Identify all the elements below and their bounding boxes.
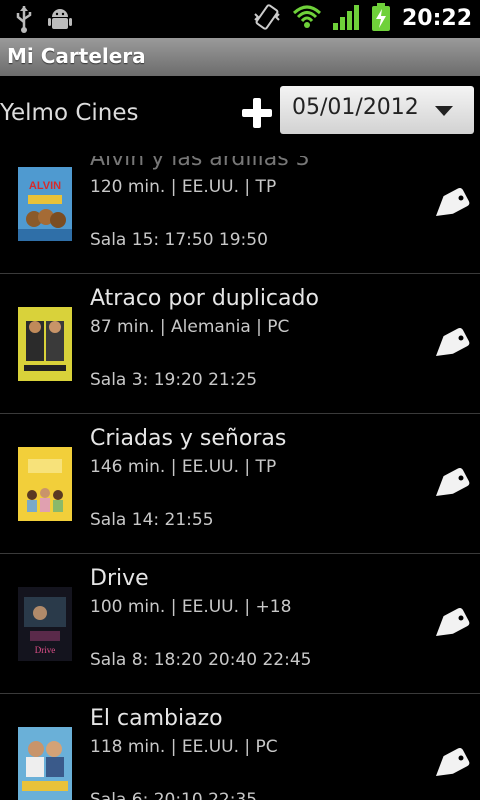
tag-button[interactable]	[428, 744, 470, 784]
app-title: Mi Cartelera	[7, 44, 146, 68]
tag-icon	[435, 607, 470, 636]
tag-icon	[435, 467, 470, 496]
movie-showtimes: Sala 8: 18:20 20:40 22:45	[90, 650, 312, 670]
movie-details: 118 min. | EE.UU. | PC	[90, 737, 278, 757]
list-item[interactable]: El cambiazo 118 min. | EE.UU. | PC Sala …	[0, 694, 480, 800]
date-dropdown[interactable]: 05/01/2012	[280, 86, 474, 134]
date-value: 05/01/2012	[292, 95, 419, 120]
movie-title: Criadas y señoras	[90, 426, 287, 451]
movie-showtimes: Sala 14: 21:55	[90, 510, 214, 530]
tag-icon	[435, 187, 470, 216]
plus-icon	[242, 98, 272, 128]
movie-poster	[18, 727, 72, 800]
vibrate-icon	[252, 2, 282, 36]
android-debug-icon	[48, 4, 72, 38]
list-item[interactable]: Atraco por duplicado 87 min. | Alemania …	[0, 274, 480, 414]
tag-icon	[435, 327, 470, 356]
title-bar: Mi Cartelera	[0, 38, 480, 77]
list-item[interactable]: Criadas y señoras 146 min. | EE.UU. | TP…	[0, 414, 480, 554]
movie-title: Drive	[90, 566, 149, 591]
cinema-name[interactable]: Yelmo Cines	[0, 100, 138, 126]
movie-details: 87 min. | Alemania | PC	[90, 317, 290, 337]
cinema-date-selector: Yelmo Cines 05/01/2012	[0, 76, 480, 156]
movie-title: Alvin y las ardillas 3	[90, 156, 310, 171]
signal-icon	[332, 3, 360, 35]
dropdown-arrow-icon	[435, 106, 453, 116]
movie-details: 120 min. | EE.UU. | TP	[90, 177, 277, 197]
tag-button[interactable]	[428, 184, 470, 224]
add-button[interactable]	[240, 96, 274, 130]
movie-title: Atraco por duplicado	[90, 286, 319, 311]
wifi-icon	[292, 2, 322, 36]
movie-showtimes: Sala 3: 19:20 21:25	[90, 370, 258, 390]
movie-poster: Drive	[18, 587, 72, 661]
movie-list[interactable]: ALVIN Alvin y las ardillas 3 120 min. | …	[0, 156, 480, 800]
battery-charging-icon	[370, 2, 392, 36]
tag-icon	[435, 747, 470, 776]
usb-icon	[14, 4, 34, 38]
movie-showtimes: Sala 15: 17:50 19:50	[90, 230, 268, 250]
tag-button[interactable]	[428, 464, 470, 504]
clock: 20:22	[401, 6, 472, 31]
svg-text:Drive: Drive	[35, 645, 56, 655]
movie-poster	[18, 447, 72, 521]
list-item[interactable]: ALVIN Alvin y las ardillas 3 120 min. | …	[0, 156, 480, 274]
movie-poster: ALVIN	[18, 167, 72, 241]
tag-button[interactable]	[428, 324, 470, 364]
status-bar: 20:22	[0, 0, 480, 38]
tag-button[interactable]	[428, 604, 470, 644]
svg-text:ALVIN: ALVIN	[29, 180, 61, 192]
movie-details: 100 min. | EE.UU. | +18	[90, 597, 292, 617]
movie-title: El cambiazo	[90, 706, 223, 731]
movie-showtimes: Sala 6: 20:10 22:35	[90, 790, 258, 800]
list-item[interactable]: Drive Drive 100 min. | EE.UU. | +18 Sala…	[0, 554, 480, 694]
movie-poster	[18, 307, 72, 381]
movie-details: 146 min. | EE.UU. | TP	[90, 457, 277, 477]
